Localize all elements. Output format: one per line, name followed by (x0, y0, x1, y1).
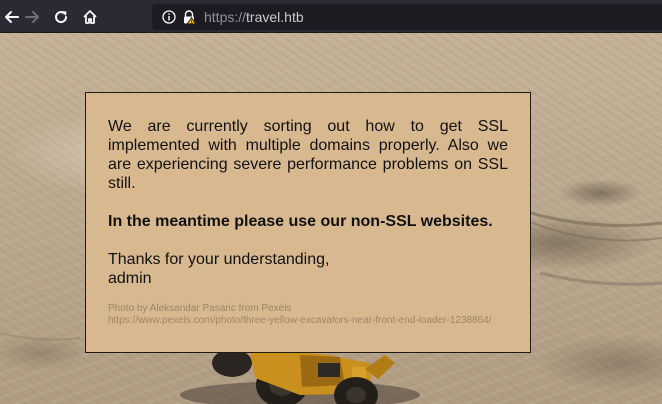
back-arrow-icon (5, 11, 19, 23)
home-icon (83, 10, 97, 24)
photo-credit-text: Photo by Aleksandar Pasaric from Pexels (108, 303, 292, 314)
photo-credit-url[interactable]: https://www.pexels.com/photo/three-yello… (108, 315, 492, 326)
back-button[interactable] (2, 7, 22, 27)
insecure-lock-warning-icon[interactable] (182, 10, 196, 24)
forward-arrow-icon (25, 11, 39, 23)
reload-button[interactable] (51, 7, 71, 27)
notice-paragraph: We are currently sorting out how to get … (108, 118, 508, 192)
reload-icon (55, 11, 68, 24)
notice-signoff: Thanks for your understanding, admin (108, 250, 508, 288)
forward-button[interactable] (22, 7, 42, 27)
photo-credit: Photo by Aleksandar Pasaric from Pexels h… (108, 303, 508, 327)
notice-thanks: Thanks for your understanding, (108, 251, 330, 268)
browser-toolbar: https://travel.htb (0, 0, 662, 33)
notice-emphasis: In the meantime please use our non-SSL w… (108, 213, 493, 230)
home-button[interactable] (80, 7, 100, 27)
url-scheme: https:// (204, 9, 247, 25)
url-host: travel.htb (246, 9, 304, 25)
url-bar[interactable]: https://travel.htb (152, 4, 662, 30)
browser-window: https://travel.htb We are currently sort… (0, 0, 662, 404)
notice-box: We are currently sorting out how to get … (85, 92, 531, 353)
info-circle-icon[interactable] (162, 10, 176, 24)
url-text[interactable]: https://travel.htb (204, 8, 304, 26)
notice-signature: admin (108, 270, 152, 287)
